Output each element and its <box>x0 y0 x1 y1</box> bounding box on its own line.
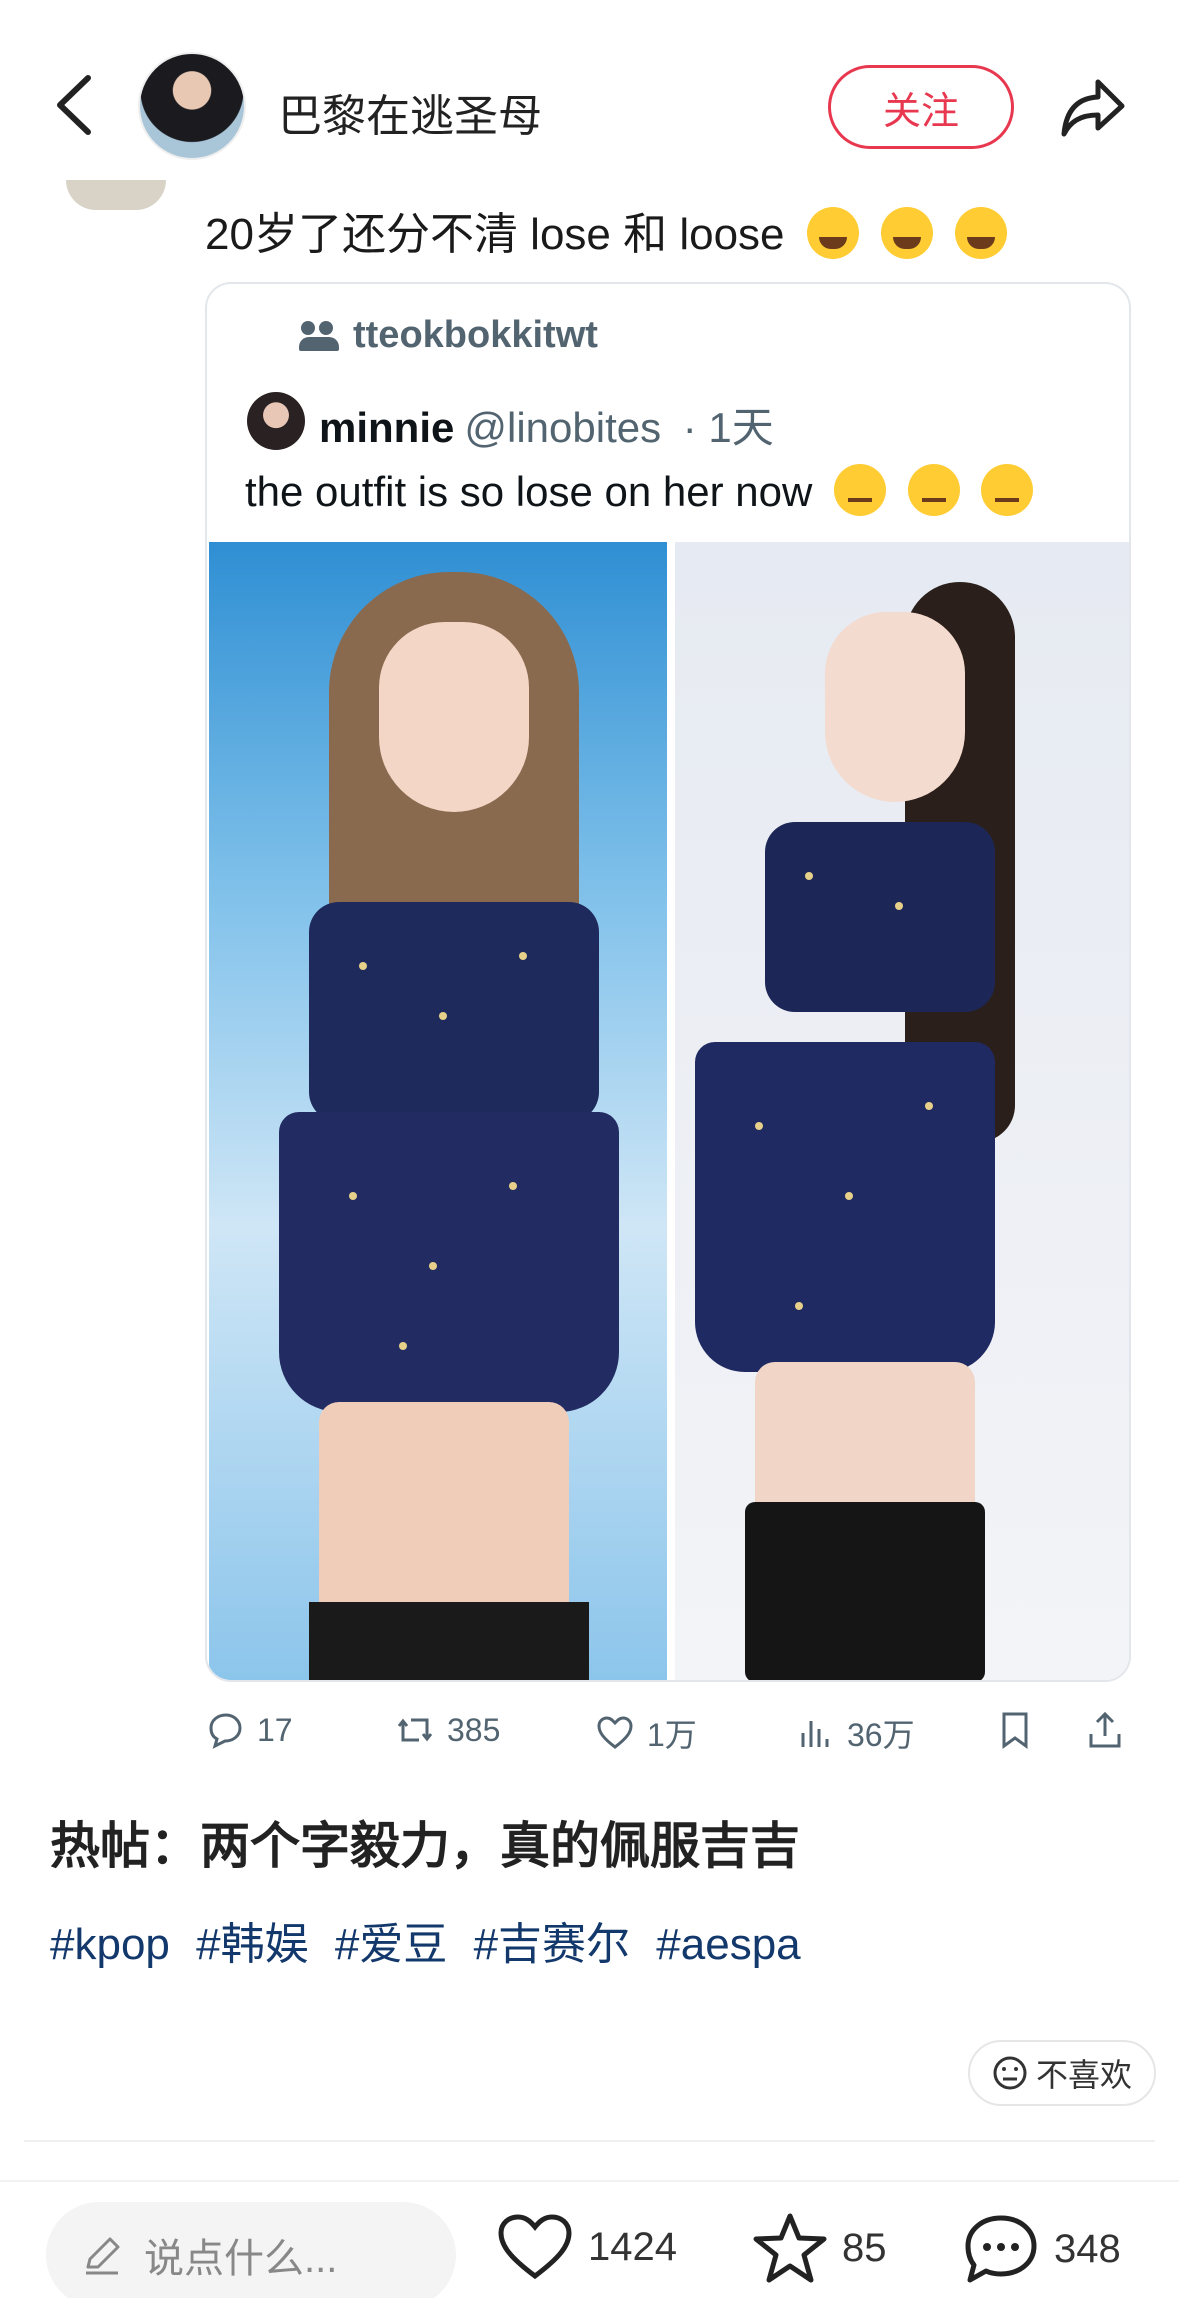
tag-link[interactable]: #aespa <box>656 1920 800 1969</box>
quote-user-line: minnie @linobites · 1天 <box>319 394 774 455</box>
tweet-text-content: 20岁了还分不清 lose 和 loose <box>205 210 785 259</box>
dislike-label: 不喜欢 <box>1035 2057 1132 2093</box>
author-avatar[interactable] <box>138 52 246 160</box>
outfit-photo-left <box>209 542 667 1680</box>
views-count: 36万 <box>847 1717 915 1753</box>
outfit-photo-right <box>675 542 1129 1680</box>
loudly-crying-face-icon <box>806 207 859 259</box>
post-title: 热帖：两个字毅力，真的佩服吉吉 <box>50 1818 800 1874</box>
reply-count: 17 <box>257 1711 293 1748</box>
people-icon <box>299 320 339 351</box>
follow-button[interactable]: 关注 <box>828 65 1014 149</box>
quote-display-name: minnie <box>319 404 455 451</box>
bookmark-action <box>995 1710 1035 1750</box>
flushed-sad-face-icon <box>907 464 960 516</box>
screenshot-avatar <box>66 180 166 210</box>
tweet-text: 20岁了还分不清 lose 和 loose <box>205 198 1008 262</box>
heart-outline-icon <box>498 2214 572 2280</box>
tweet-action-bar: 17 385 1万 36万 <box>205 1700 1131 1760</box>
retweet-icon <box>397 1718 433 1742</box>
quote-handle: @linobites <box>464 404 662 451</box>
like-count: 1万 <box>647 1717 697 1753</box>
back-button[interactable] <box>50 70 100 140</box>
comment-count: 348 <box>1054 2226 1121 2271</box>
like-count: 1424 <box>588 2224 677 2269</box>
upload-icon <box>1089 1711 1121 1748</box>
repost-indicator: tteokbokkitwt <box>299 314 598 357</box>
comment-placeholder: 说点什么... <box>144 2237 338 2281</box>
flushed-sad-face-icon <box>981 464 1034 516</box>
tag-link[interactable]: #kpop <box>50 1920 170 1969</box>
quoted-tweet-card: tteokbokkitwt minnie @linobites · 1天 the … <box>205 282 1131 1682</box>
star-outline-icon <box>753 2213 827 2283</box>
retweet-action: 385 <box>395 1710 500 1750</box>
tag-link[interactable]: #爱豆 <box>335 1920 447 1969</box>
bookmark-icon <box>1002 1712 1028 1749</box>
reply-bubble-icon <box>209 1713 242 1749</box>
share-arrow-icon <box>1061 79 1125 137</box>
tweet-share-action <box>1085 1710 1125 1750</box>
share-button[interactable] <box>1058 72 1128 142</box>
chat-bubble-icon <box>965 2215 1037 2283</box>
loudly-crying-face-icon <box>955 207 1008 259</box>
loudly-crying-face-icon <box>881 207 933 259</box>
heart-outline-icon <box>597 1716 633 1749</box>
quote-avatar <box>247 392 305 450</box>
like-button[interactable]: 1424 <box>496 2212 677 2282</box>
comment-button[interactable]: 348 <box>962 2212 1121 2286</box>
reply-action: 17 <box>205 1710 293 1750</box>
repost-user: tteokbokkitwt <box>353 314 598 356</box>
dislike-button[interactable]: 不喜欢 <box>968 2040 1156 2106</box>
pencil-icon <box>86 2237 120 2275</box>
favorite-button[interactable]: 85 <box>752 2212 887 2284</box>
like-action: 1万 <box>595 1710 697 1756</box>
quote-text-content: the outfit is so lose on her now <box>245 468 813 515</box>
divider <box>24 2140 1155 2142</box>
top-nav-bar: 巴黎在逃圣母 关注 <box>0 0 1179 200</box>
flushed-sad-face-icon <box>834 464 886 516</box>
author-name[interactable]: 巴黎在逃圣母 <box>278 80 542 144</box>
chevron-left-icon <box>57 75 91 135</box>
bar-chart-icon <box>801 1721 829 1747</box>
views-action: 36万 <box>795 1710 915 1756</box>
neutral-face-icon <box>993 2056 1027 2090</box>
tag-list: #kpop #韩娱 #爱豆 #吉赛尔 #aespa <box>50 1908 815 1972</box>
comment-input[interactable]: 说点什么... <box>46 2202 456 2298</box>
quote-text: the outfit is so lose on her now <box>245 464 1034 516</box>
retweet-count: 385 <box>447 1711 501 1748</box>
tag-link[interactable]: #韩娱 <box>196 1920 308 1969</box>
bottom-action-bar: 说点什么... 1424 85 348 <box>0 2180 1179 2298</box>
favorite-count: 85 <box>842 2225 887 2270</box>
quote-time: · 1天 <box>682 404 774 451</box>
tag-link[interactable]: #吉赛尔 <box>474 1920 630 1969</box>
